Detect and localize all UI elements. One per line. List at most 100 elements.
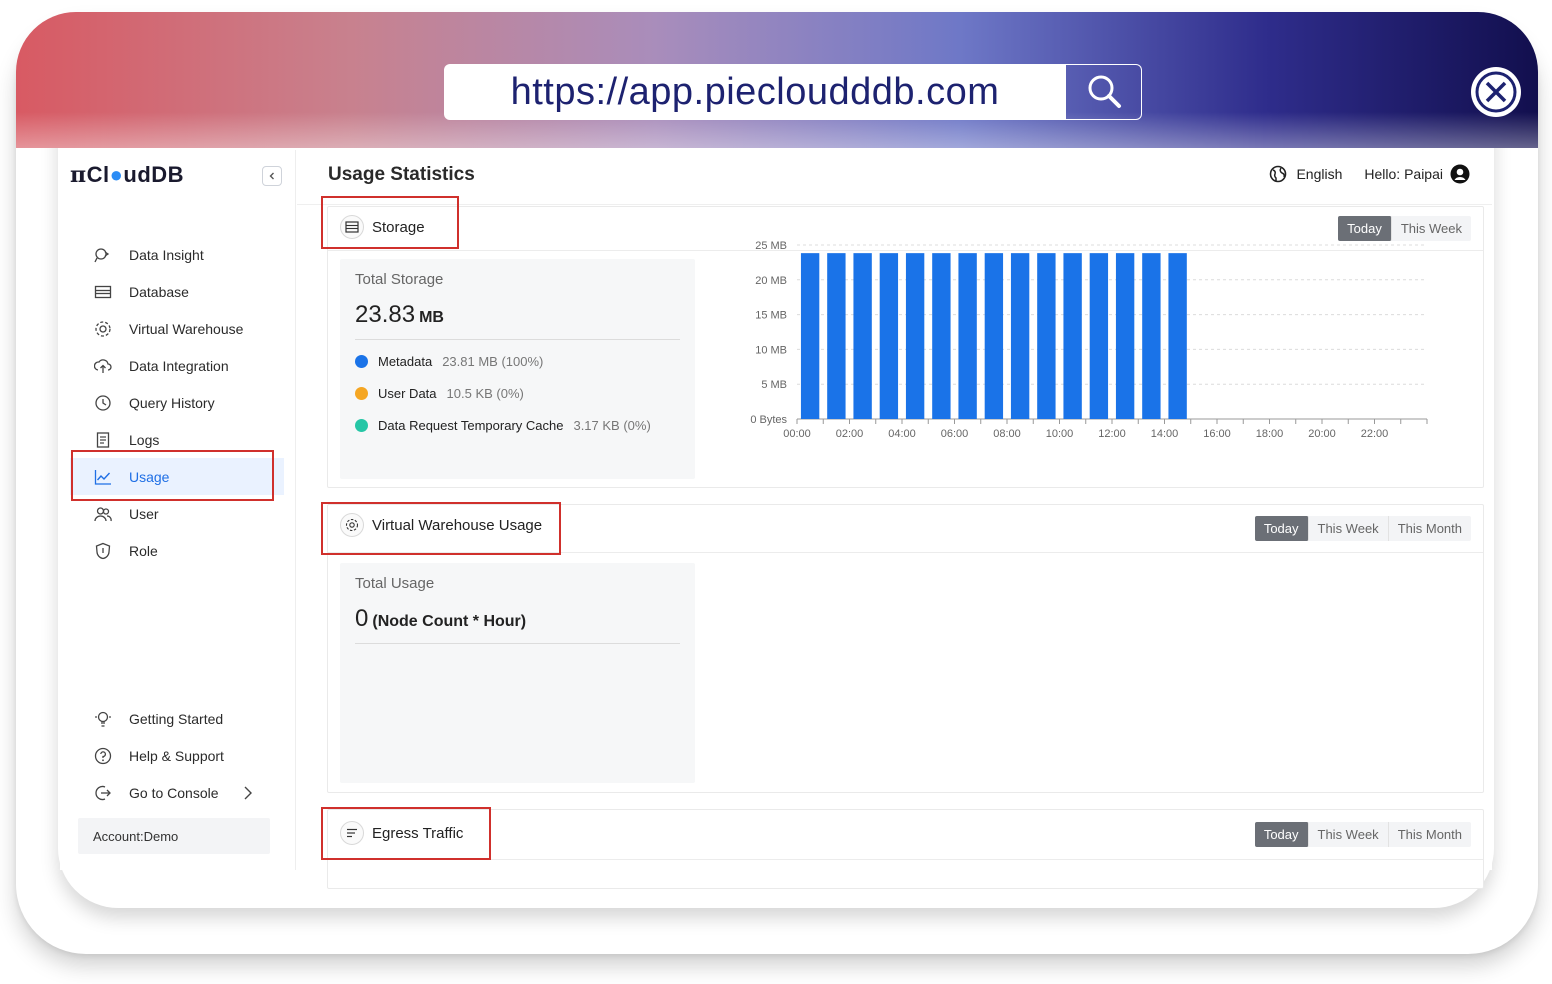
egress-icon [340, 821, 364, 845]
sidebar-item-role[interactable]: Role [70, 532, 284, 569]
warehouse-card-title: Virtual Warehouse Usage [340, 513, 542, 537]
sidebar-item-help-support[interactable]: Help & Support [70, 737, 284, 774]
greeting-label: Hello: Paipai [1364, 166, 1443, 182]
legend-name: Data Request Temporary Cache [378, 418, 564, 433]
metadata-swatch [355, 355, 368, 368]
sidebar: πCl●udDB Data Insight Database Virtual W… [60, 150, 296, 870]
sidebar-item-label: Query History [129, 394, 215, 411]
x-tick-label: 06:00 [941, 428, 969, 437]
storage-bar [827, 253, 846, 419]
sidebar-item-label: User [129, 505, 159, 522]
tab-this-week[interactable]: This Week [1309, 822, 1389, 847]
search-button[interactable] [1066, 64, 1142, 120]
storage-bar [932, 253, 951, 419]
storage-bar [853, 253, 872, 419]
storage-title-text: Storage [372, 218, 425, 236]
legend-value: 3.17 KB (0%) [573, 418, 651, 433]
x-tick-label: 12:00 [1098, 428, 1126, 437]
legend-name: User Data [378, 386, 437, 401]
sidebar-item-label: Help & Support [129, 747, 224, 764]
y-tick-label: 5 MB [761, 379, 787, 391]
user-data-swatch [355, 387, 368, 400]
tab-today[interactable]: Today [1254, 822, 1309, 847]
sidebar-item-data-integration[interactable]: Data Integration [70, 347, 284, 384]
close-button[interactable] [1471, 67, 1521, 117]
y-tick-label: 0 Bytes [750, 414, 787, 426]
help-icon [94, 747, 112, 765]
sidebar-item-label: Data Integration [129, 357, 229, 374]
url-text: https://app.piecloudddb.com [510, 70, 1000, 113]
tab-this-month[interactable]: This Month [1389, 822, 1471, 847]
storage-bar-chart: 0 Bytes 5 MB 10 MB 15 MB 20 MB 25 MB 00:00 02:0… [750, 240, 1428, 437]
legend-name: Metadata [378, 354, 433, 369]
total-storage-value: 23.83 MB [355, 301, 444, 329]
sidebar-item-user[interactable]: User [70, 495, 284, 532]
browser-bar: https://app.piecloudddb.com [16, 12, 1538, 148]
storage-bar [984, 253, 1004, 419]
x-tick-label: 04:00 [888, 428, 916, 437]
logo: πCl●udDB [70, 162, 184, 188]
total-storage-number: 23.83 [355, 301, 416, 328]
y-tick-label: 15 MB [755, 310, 787, 322]
storage-bar [1115, 253, 1135, 419]
url-field[interactable]: https://app.piecloudddb.com [444, 64, 1066, 120]
sidebar-item-label: Role [129, 542, 158, 559]
storage-bar [905, 253, 925, 419]
legend-temp-cache: Data Request Temporary Cache 3.17 KB (0%… [355, 418, 651, 433]
search-icon [1088, 75, 1121, 108]
egress-card-title: Egress Traffic [340, 821, 463, 845]
sidebar-item-logs[interactable]: Logs [70, 421, 284, 458]
storage-bar [1037, 253, 1056, 419]
summary-divider [355, 339, 680, 340]
header-divider [297, 204, 1492, 205]
sidebar-item-go-to-console[interactable]: Go to Console [70, 774, 284, 811]
egress-card-header: Egress Traffic Today This Week This Mont… [328, 810, 1483, 860]
user-avatar-icon [1450, 164, 1470, 184]
warehouse-period-tabs: Today This Week This Month [1254, 516, 1471, 541]
storage-bar [1089, 253, 1109, 419]
x-tick-label: 08:00 [993, 428, 1021, 437]
tab-this-week[interactable]: This Week [1309, 516, 1389, 541]
sidebar-item-virtual-warehouse[interactable]: Virtual Warehouse [70, 310, 284, 347]
sidebar-item-label: Go to Console [129, 784, 219, 801]
x-tick-label: 18:00 [1256, 428, 1284, 437]
summary-divider [355, 643, 680, 644]
shield-icon [94, 542, 112, 560]
temp-cache-swatch [355, 419, 368, 432]
egress-title-text: Egress Traffic [372, 824, 464, 842]
legend-user-data: User Data 10.5 KB (0%) [355, 386, 524, 401]
storage-bar [800, 253, 820, 419]
warehouse-title-text: Virtual Warehouse Usage [372, 516, 543, 534]
sidebar-item-getting-started[interactable]: Getting Started [70, 700, 284, 737]
sidebar-item-usage[interactable]: Usage [70, 458, 284, 495]
storage-card-title: Storage [340, 215, 425, 239]
x-tick-label: 00:00 [783, 428, 811, 437]
close-icon [1475, 71, 1517, 113]
tab-today[interactable]: Today [1254, 516, 1309, 541]
x-tick-label: 10:00 [1046, 428, 1074, 437]
total-usage-label: Total Usage [355, 575, 435, 592]
storage-card: Storage Today This Week Total Storage 23… [327, 206, 1484, 488]
cloud-upload-icon [94, 357, 112, 375]
sidebar-item-query-history[interactable]: Query History [70, 384, 284, 421]
egress-card: Egress Traffic Today This Week This Mont… [327, 809, 1484, 889]
user-menu[interactable]: Hello: Paipai [1364, 164, 1470, 184]
total-storage-unit: MB [419, 309, 444, 326]
legend-value: 10.5 KB (0%) [446, 386, 524, 401]
collapse-sidebar-button[interactable] [262, 166, 282, 186]
sidebar-item-label: Database [129, 283, 189, 300]
language-selector[interactable]: English [1269, 165, 1342, 183]
x-tick-label: 22:00 [1361, 428, 1389, 437]
history-icon [94, 394, 112, 412]
storage-bar [1063, 253, 1082, 419]
storage-summary: Total Storage 23.83 MB Metadata 23.81 MB … [340, 259, 695, 479]
warehouse-icon [340, 513, 364, 537]
users-icon [94, 505, 112, 523]
y-tick-label: 10 MB [755, 344, 787, 356]
sidebar-item-data-insight[interactable]: Data Insight [70, 236, 284, 273]
data-insight-icon [94, 246, 112, 264]
x-tick-label: 16:00 [1203, 428, 1231, 437]
tab-this-month[interactable]: This Month [1389, 516, 1471, 541]
sidebar-item-database[interactable]: Database [70, 273, 284, 310]
x-tick-label: 02:00 [836, 428, 864, 437]
